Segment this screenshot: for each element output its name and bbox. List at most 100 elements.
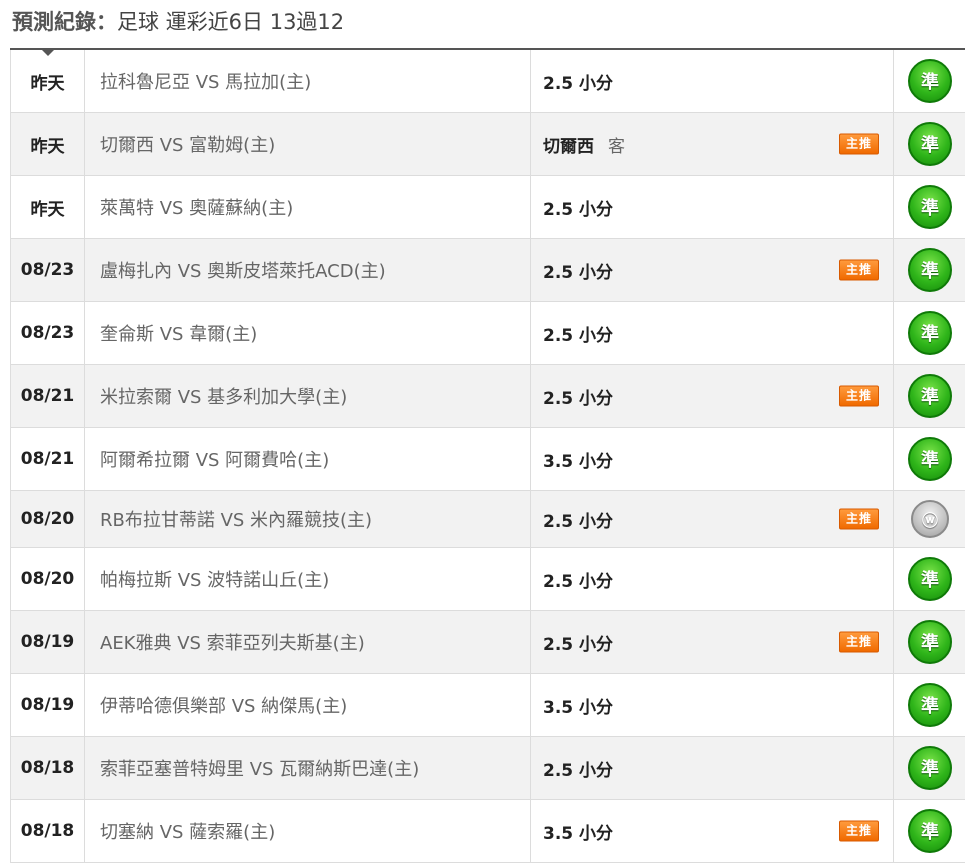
pick-text: 2.5 小分: [543, 571, 614, 592]
featured-pick-badge: 主推: [839, 820, 879, 842]
win-result-icon: 準: [908, 122, 952, 166]
row-match[interactable]: AEK雅典 VS 索菲亞列夫斯基(主): [85, 611, 531, 673]
table-row[interactable]: 08/23 盧梅扎內 VS 奧斯皮塔萊托ACD(主) 2.5 小分 主推 準: [11, 239, 965, 302]
row-pick: 2.5 小分: [531, 50, 894, 112]
row-result: 準: [894, 611, 965, 673]
row-result: 準: [894, 800, 965, 862]
row-result: 準: [894, 239, 965, 301]
row-date: 08/20: [11, 548, 85, 610]
row-pick: 切爾西客 主推: [531, 113, 894, 175]
row-date: 昨天: [11, 50, 85, 112]
row-match[interactable]: 奎侖斯 VS 韋爾(主): [85, 302, 531, 364]
table-row[interactable]: 08/21 米拉索爾 VS 基多利加大學(主) 2.5 小分 主推 準: [11, 365, 965, 428]
row-date: 08/23: [11, 239, 85, 301]
row-date: 08/19: [11, 611, 85, 673]
pick-text: 2.5 小分: [543, 199, 614, 220]
row-pick: 2.5 小分 主推: [531, 491, 894, 547]
table-row[interactable]: 08/19 AEK雅典 VS 索菲亞列夫斯基(主) 2.5 小分 主推 準: [11, 611, 965, 674]
row-match[interactable]: 阿爾希拉爾 VS 阿爾費哈(主): [85, 428, 531, 490]
row-result: 準: [894, 428, 965, 490]
row-date: 08/21: [11, 428, 85, 490]
row-pick: 3.5 小分: [531, 674, 894, 736]
row-result: 準: [894, 365, 965, 427]
pick-text: 2.5 小分: [543, 388, 614, 409]
pick-text: 2.5 小分: [543, 73, 614, 94]
title-summary: 足球 運彩近6日 13過12: [117, 10, 345, 34]
row-date: 昨天: [11, 176, 85, 238]
row-result: 準: [894, 302, 965, 364]
table-row[interactable]: 08/23 奎侖斯 VS 韋爾(主) 2.5 小分 準: [11, 302, 965, 365]
win-result-icon: 準: [908, 437, 952, 481]
row-result: 準: [894, 50, 965, 112]
featured-pick-badge: 主推: [839, 259, 879, 281]
pick-text: 3.5 小分: [543, 451, 614, 472]
table-row[interactable]: 08/18 索菲亞塞普特姆里 VS 瓦爾納斯巴達(主) 2.5 小分 準: [11, 737, 965, 800]
row-pick: 3.5 小分: [531, 428, 894, 490]
win-result-icon: 準: [908, 683, 952, 727]
row-match[interactable]: 索菲亞塞普特姆里 VS 瓦爾納斯巴達(主): [85, 737, 531, 799]
win-result-icon: 準: [908, 185, 952, 229]
row-date: 08/20: [11, 491, 85, 547]
prediction-header: 預測紀錄：足球 運彩近6日 13過12: [0, 0, 965, 56]
row-result: ⓦ: [894, 491, 965, 547]
table-row[interactable]: 08/18 切塞納 VS 薩索羅(主) 3.5 小分 主推 準: [11, 800, 965, 863]
table-row[interactable]: 昨天 切爾西 VS 富勒姆(主) 切爾西客 主推 準: [11, 113, 965, 176]
row-pick: 2.5 小分: [531, 737, 894, 799]
featured-pick-badge: 主推: [839, 631, 879, 653]
row-date: 08/19: [11, 674, 85, 736]
win-result-icon: 準: [908, 620, 952, 664]
page-title: 預測紀錄：足球 運彩近6日 13過12: [12, 8, 344, 36]
row-match[interactable]: 盧梅扎內 VS 奧斯皮塔萊托ACD(主): [85, 239, 531, 301]
pick-text: 2.5 小分: [543, 760, 614, 781]
row-pick: 2.5 小分: [531, 176, 894, 238]
pick-text: 2.5 小分: [543, 262, 614, 283]
row-date: 08/18: [11, 737, 85, 799]
featured-pick-badge: 主推: [839, 133, 879, 155]
pick-text: 2.5 小分: [543, 325, 614, 346]
pick-text: 3.5 小分: [543, 823, 614, 844]
table-row[interactable]: 昨天 萊萬特 VS 奧薩蘇納(主) 2.5 小分 準: [11, 176, 965, 239]
row-pick: 2.5 小分 主推: [531, 611, 894, 673]
row-match[interactable]: 帕梅拉斯 VS 波特諾山丘(主): [85, 548, 531, 610]
win-result-icon: 準: [908, 557, 952, 601]
table-row[interactable]: 08/20 帕梅拉斯 VS 波特諾山丘(主) 2.5 小分 準: [11, 548, 965, 611]
win-result-icon: 準: [908, 59, 952, 103]
table-row[interactable]: 08/19 伊蒂哈德俱樂部 VS 納傑馬(主) 3.5 小分 準: [11, 674, 965, 737]
win-result-icon: 準: [908, 809, 952, 853]
win-result-icon: 準: [908, 746, 952, 790]
row-result: 準: [894, 176, 965, 238]
prediction-table: 昨天 拉科魯尼亞 VS 馬拉加(主) 2.5 小分準昨天 切爾西 VS 富勒姆(主) 切…: [10, 50, 965, 863]
row-match[interactable]: 米拉索爾 VS 基多利加大學(主): [85, 365, 531, 427]
row-date: 昨天: [11, 113, 85, 175]
win-result-icon: 準: [908, 374, 952, 418]
title-separator: ：: [96, 10, 117, 34]
row-match[interactable]: 拉科魯尼亞 VS 馬拉加(主): [85, 50, 531, 112]
row-result: 準: [894, 548, 965, 610]
table-row[interactable]: 08/20 RB布拉甘蒂諾 VS 米內羅競技(主) 2.5 小分 主推 ⓦ: [11, 491, 965, 548]
pick-text: 2.5 小分: [543, 511, 614, 532]
row-date: 08/23: [11, 302, 85, 364]
win-result-icon: 準: [908, 248, 952, 292]
row-match[interactable]: 伊蒂哈德俱樂部 VS 納傑馬(主): [85, 674, 531, 736]
row-match[interactable]: 切爾西 VS 富勒姆(主): [85, 113, 531, 175]
pick-text: 2.5 小分: [543, 634, 614, 655]
title-label: 預測紀錄: [12, 10, 96, 34]
featured-pick-badge: 主推: [839, 508, 879, 530]
row-result: 準: [894, 674, 965, 736]
row-pick: 2.5 小分: [531, 548, 894, 610]
table-row[interactable]: 昨天 拉科魯尼亞 VS 馬拉加(主) 2.5 小分 準: [11, 50, 965, 113]
win-result-icon: 準: [908, 311, 952, 355]
pick-text: 3.5 小分: [543, 697, 614, 718]
row-result: 準: [894, 737, 965, 799]
row-match[interactable]: RB布拉甘蒂諾 VS 米內羅競技(主): [85, 491, 531, 547]
row-pick: 3.5 小分 主推: [531, 800, 894, 862]
row-match[interactable]: 切塞納 VS 薩索羅(主): [85, 800, 531, 862]
row-date: 08/18: [11, 800, 85, 862]
row-pick: 2.5 小分 主推: [531, 239, 894, 301]
row-date: 08/21: [11, 365, 85, 427]
push-result-icon: ⓦ: [911, 500, 949, 538]
row-match[interactable]: 萊萬特 VS 奧薩蘇納(主): [85, 176, 531, 238]
pick-text: 切爾西: [543, 136, 594, 157]
table-row[interactable]: 08/21 阿爾希拉爾 VS 阿爾費哈(主) 3.5 小分 準: [11, 428, 965, 491]
row-pick: 2.5 小分: [531, 302, 894, 364]
